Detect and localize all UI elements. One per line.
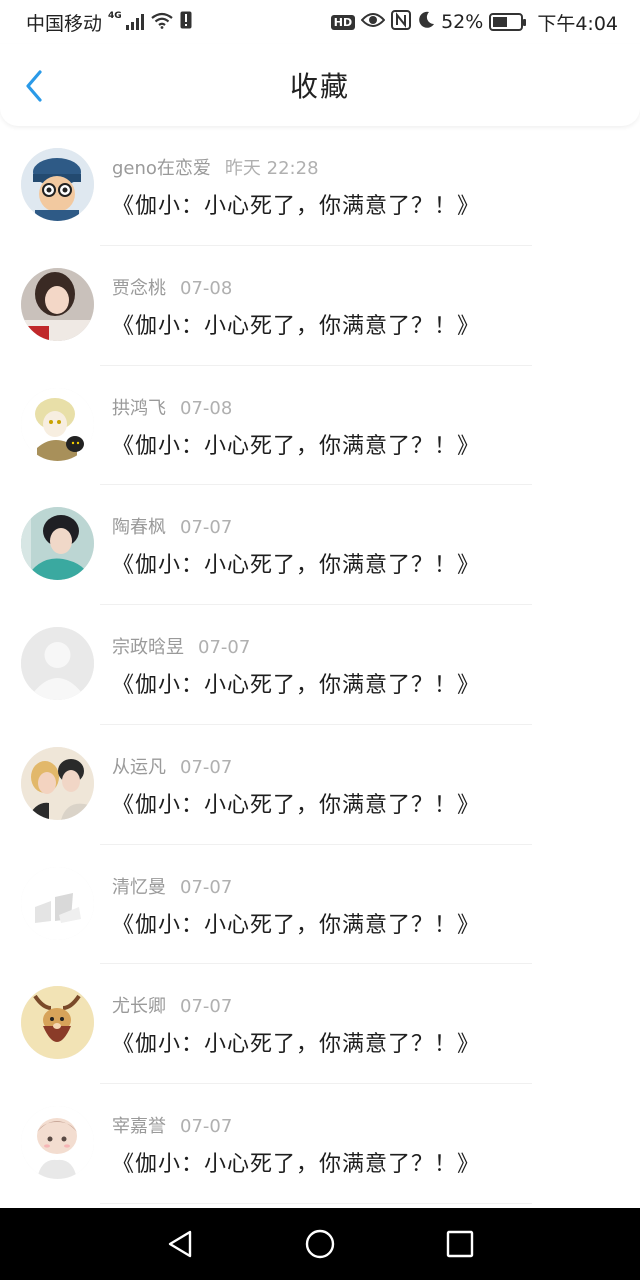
nfc-icon	[391, 9, 412, 35]
favorite-message[interactable]: 《伽小：小心死了，你满意了？！》	[112, 667, 480, 699]
item-meta: 贾念桃 07-08	[112, 274, 232, 300]
favorite-message[interactable]: 《伽小：小心死了，你满意了？！》	[112, 1026, 480, 1058]
user-name[interactable]: 贾念桃	[112, 278, 166, 299]
divider	[100, 1202, 532, 1204]
carrier-label: 中国移动	[26, 12, 103, 35]
sim-alert-icon	[180, 11, 192, 34]
battery-level	[493, 17, 507, 27]
battery-percent: 52%	[441, 11, 484, 33]
list-item[interactable]: 宗政晗昱 07-07 《伽小：小心死了，你满意了？！》	[0, 605, 640, 725]
item-meta: 从运凡 07-07	[112, 753, 232, 779]
favorites-list: geno在恋爱 昨天 22:28 《伽小：小心死了，你满意了？！》 贾念桃 07-08 《…	[0, 126, 640, 1204]
list-item[interactable]: 从运凡 07-07 《伽小：小心死了，你满意了？！》	[0, 725, 640, 845]
user-name[interactable]: 从运凡	[112, 757, 166, 778]
item-meta: 尤长卿 07-07	[112, 992, 232, 1018]
nav-recents-button[interactable]	[440, 1224, 480, 1264]
favorite-message[interactable]: 《伽小：小心死了，你满意了？！》	[112, 787, 480, 819]
favorite-message[interactable]: 《伽小：小心死了，你满意了？！》	[112, 547, 480, 579]
list-item[interactable]: 宰嘉誉 07-07 《伽小：小心死了，你满意了？！》	[0, 1084, 640, 1204]
favorite-message[interactable]: 《伽小：小心死了，你满意了？！》	[112, 308, 480, 340]
clock: 下午4:04	[537, 12, 618, 35]
avatar[interactable]	[21, 746, 94, 820]
item-meta: 清忆曼 07-07	[112, 873, 232, 899]
user-name[interactable]: 拱鸿飞	[112, 398, 166, 419]
favorite-message[interactable]: 《伽小：小心死了，你满意了？！》	[112, 188, 480, 220]
user-name[interactable]: 宗政晗昱	[112, 637, 184, 658]
wifi-icon	[150, 11, 174, 34]
item-meta: 宗政晗昱 07-07	[112, 633, 250, 659]
timestamp: 07-07	[180, 996, 233, 1018]
favorite-message[interactable]: 《伽小：小心死了，你满意了？！》	[112, 428, 480, 460]
favorite-message[interactable]: 《伽小：小心死了，你满意了？！》	[112, 907, 480, 939]
page-title: 收藏	[289, 70, 350, 103]
eye-icon	[360, 11, 386, 33]
timestamp: 07-07	[180, 1116, 233, 1137]
list-item[interactable]: 陶春枫 07-07 《伽小：小心死了，你满意了？！》	[0, 485, 640, 605]
timestamp: 昨天 22:28	[224, 158, 319, 179]
recents-square-icon	[446, 1230, 474, 1258]
avatar[interactable]	[21, 507, 94, 581]
list-item[interactable]: geno在恋爱 昨天 22:28 《伽小：小心死了，你满意了？！》	[0, 126, 640, 246]
status-left: 中国移动 4G	[26, 9, 192, 36]
app-header: 收藏	[0, 44, 640, 126]
chevron-left-icon	[26, 70, 42, 102]
user-name[interactable]: 清忆曼	[112, 877, 166, 898]
item-meta: 拱鸿飞 07-08	[112, 394, 232, 420]
user-name[interactable]: geno在恋爱	[112, 158, 211, 179]
user-name[interactable]: 陶春枫	[112, 517, 166, 538]
hd-icon: HD	[330, 14, 356, 30]
status-right: HD 52% 下午4:04	[330, 9, 618, 36]
timestamp: 07-07	[180, 517, 233, 539]
timestamp: 07-07	[180, 876, 233, 898]
timestamp: 07-07	[198, 637, 251, 658]
item-meta: 陶春枫 07-07	[112, 513, 232, 539]
list-item[interactable]: 尤长卿 07-07 《伽小：小心死了，你满意了？！》	[0, 964, 640, 1084]
back-button[interactable]	[18, 70, 50, 102]
list-item[interactable]: 清忆曼 07-07 《伽小：小心死了，你满意了？！》	[0, 845, 640, 965]
timestamp: 07-07	[180, 756, 233, 778]
avatar[interactable]	[21, 267, 94, 341]
system-nav-bar	[0, 1208, 640, 1280]
home-circle-icon	[305, 1229, 335, 1259]
avatar[interactable]	[21, 387, 94, 461]
moon-icon	[417, 11, 435, 34]
item-meta: geno在恋爱 昨天 22:28	[112, 154, 319, 180]
avatar[interactable]	[21, 1106, 94, 1179]
list-item[interactable]: 拱鸿飞 07-08 《伽小：小心死了，你满意了？！》	[0, 366, 640, 486]
user-name[interactable]: 尤长卿	[112, 996, 166, 1017]
nav-back-button[interactable]	[160, 1224, 200, 1264]
back-triangle-icon	[168, 1230, 192, 1258]
status-bar: 中国移动 4G HD 52% 下午4:04	[0, 0, 640, 44]
avatar[interactable]	[21, 627, 94, 700]
signal-icon	[125, 14, 144, 30]
avatar[interactable]	[21, 866, 94, 940]
user-name[interactable]: 宰嘉誉	[112, 1116, 166, 1137]
favorite-message[interactable]: 《伽小：小心死了，你满意了？！》	[112, 1146, 480, 1178]
battery-icon	[489, 13, 527, 31]
avatar[interactable]	[21, 986, 94, 1060]
timestamp: 07-08	[180, 277, 233, 299]
item-meta: 宰嘉誉 07-07	[112, 1112, 232, 1138]
avatar[interactable]	[21, 148, 94, 221]
list-item[interactable]: 贾念桃 07-08 《伽小：小心死了，你满意了？！》	[0, 246, 640, 366]
timestamp: 07-08	[180, 397, 233, 419]
network-type: 4G	[108, 10, 122, 21]
nav-home-button[interactable]	[300, 1224, 340, 1264]
